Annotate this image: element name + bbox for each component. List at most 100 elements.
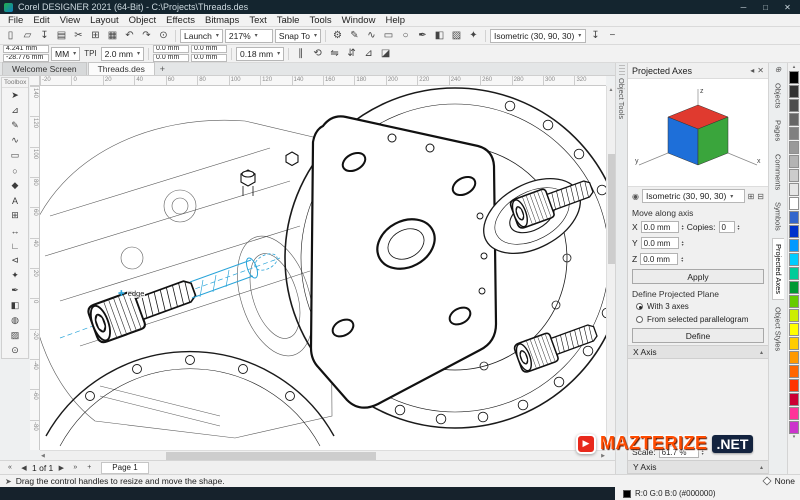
mirror-vertical-icon[interactable]: ⇵ xyxy=(344,47,359,61)
eyedropper-tool[interactable]: ✦ xyxy=(2,268,28,283)
copy-icon[interactable]: ⊞ xyxy=(88,29,103,43)
vertical-ruler[interactable]: 140 120 100 80 60 40 20 0 -20 -40 -60 -80 xyxy=(30,86,40,450)
ellipse-tool-icon[interactable]: ○ xyxy=(398,29,413,43)
color-swatch[interactable] xyxy=(789,407,799,420)
apply-button[interactable]: Apply xyxy=(632,269,764,284)
horizontal-scrollbar[interactable]: ◀ ▶ xyxy=(40,450,606,460)
y-axis-section-bar[interactable]: Y Axis xyxy=(628,460,768,474)
docker-menu-icon[interactable]: ◂ xyxy=(750,66,754,75)
next-page-button[interactable]: ▶ xyxy=(55,462,67,474)
snap-to-dropdown[interactable]: Snap To xyxy=(274,28,321,43)
color-swatch[interactable] xyxy=(789,141,799,154)
vertical-scroll-thumb[interactable] xyxy=(607,154,615,264)
color-swatch[interactable] xyxy=(789,85,799,98)
docker-close-icon[interactable]: ✕ xyxy=(757,66,764,75)
z-spinner[interactable] xyxy=(681,256,683,263)
fill-tool-icon[interactable]: ◧ xyxy=(432,29,447,43)
menu-item[interactable]: Tools xyxy=(304,15,336,26)
offset-y-field[interactable]: 0.0 mm xyxy=(191,54,227,62)
undo-icon[interactable]: ↶ xyxy=(122,29,137,43)
save-preset-icon[interactable]: ↧ xyxy=(588,29,603,43)
color-swatch[interactable] xyxy=(789,99,799,112)
vertical-scrollbar[interactable]: ▲ ▼ xyxy=(606,86,615,450)
page-tab[interactable]: Page 1 xyxy=(101,461,149,474)
polygon-tool[interactable]: ◆ xyxy=(2,178,28,193)
print-icon[interactable]: ▤ xyxy=(54,29,69,43)
outline-pen-tool[interactable]: ✒ xyxy=(2,283,28,298)
toolbar-grip[interactable] xyxy=(618,65,625,75)
menu-item[interactable]: Text xyxy=(244,15,271,26)
with-3-axes-option[interactable]: With 3 axes xyxy=(628,300,768,313)
thread-pitch-dropdown[interactable]: 2.0 mm xyxy=(100,46,144,61)
maximize-button[interactable]: □ xyxy=(757,1,774,13)
transparency-tool-icon[interactable]: ▨ xyxy=(449,29,464,43)
redo-icon[interactable]: ↷ xyxy=(139,29,154,43)
color-swatch[interactable] xyxy=(789,393,799,406)
fill-tool[interactable]: ◧ xyxy=(2,298,28,313)
z-distance-field[interactable]: 0.0 mm xyxy=(640,253,679,265)
search-icon[interactable]: ⊙ xyxy=(156,29,171,43)
menu-item[interactable]: Effects xyxy=(161,15,200,26)
options-gear-icon[interactable]: ⚙ xyxy=(330,29,345,43)
table-tool[interactable]: ⊞ xyxy=(2,208,28,223)
launch-dropdown[interactable]: Launch xyxy=(180,28,223,43)
first-page-button[interactable]: « xyxy=(4,462,16,474)
docker-tab[interactable]: Objects xyxy=(773,78,784,113)
menu-item[interactable]: Edit xyxy=(28,15,54,26)
color-swatch[interactable] xyxy=(789,267,799,280)
offset-x-field[interactable]: 0.0 mm xyxy=(191,45,227,53)
open-icon[interactable]: ▱ xyxy=(20,29,35,43)
menu-item[interactable]: Table xyxy=(272,15,305,26)
outline-color-icon[interactable] xyxy=(623,489,631,498)
color-swatch[interactable] xyxy=(789,155,799,168)
axes-picker-icon[interactable]: ◉ xyxy=(632,192,639,201)
lock-ratio-icon[interactable]: ∥ xyxy=(293,47,308,61)
smart-drawing-tool[interactable]: ∿ xyxy=(2,133,28,148)
docker-tab[interactable]: Symbols xyxy=(773,197,784,236)
mirror-horizontal-icon[interactable]: ⇋ xyxy=(327,47,342,61)
y-spinner[interactable] xyxy=(682,240,684,247)
outline-width-dropdown[interactable]: 0.18 mm xyxy=(236,46,285,61)
zoom-level-dropdown[interactable]: 217% xyxy=(224,28,273,43)
docker-tab[interactable]: Object Styles xyxy=(773,302,784,356)
color-swatch[interactable] xyxy=(789,337,799,350)
menu-item[interactable]: File xyxy=(3,15,28,26)
new-tab-button[interactable]: + xyxy=(156,63,169,75)
interactive-fill-tool[interactable]: ◍ xyxy=(2,313,28,328)
x-distance-field[interactable]: 0.0 mm xyxy=(640,221,679,233)
menu-item[interactable]: View xyxy=(55,15,85,26)
previous-page-button[interactable]: ◀ xyxy=(18,462,30,474)
y-position-field[interactable]: -28.776 mm xyxy=(3,54,49,62)
x-axis-section-bar[interactable]: X Axis xyxy=(628,345,768,359)
color-swatch[interactable] xyxy=(789,351,799,364)
remove-preset-icon[interactable]: − xyxy=(605,29,620,43)
define-button[interactable]: Define xyxy=(632,328,764,343)
copies-field[interactable]: 0 xyxy=(718,221,735,233)
dimension-tool[interactable]: ↔ xyxy=(2,223,28,238)
paste-icon[interactable]: ▦ xyxy=(105,29,120,43)
fill-color-icon[interactable] xyxy=(762,476,772,486)
transparency-tool[interactable]: ▨ xyxy=(2,328,28,343)
tab-welcome-screen[interactable]: Welcome Screen xyxy=(2,62,87,75)
projection-dropdown[interactable]: Isometric (30, 90, 30) xyxy=(489,28,586,43)
docker-tab[interactable]: Projected Axes xyxy=(772,237,784,300)
add-page-button[interactable]: + xyxy=(83,462,95,474)
copies-spinner[interactable] xyxy=(738,224,740,231)
scroll-left-icon[interactable]: ◀ xyxy=(40,452,46,460)
y-distance-field[interactable]: 0.0 mm xyxy=(640,237,679,249)
wireframe-view-icon[interactable]: ⊿ xyxy=(361,47,376,61)
drawing-canvas[interactable]: edge xyxy=(40,86,606,450)
scroll-up-icon[interactable]: ▲ xyxy=(608,86,615,94)
ellipse-tool[interactable]: ○ xyxy=(2,163,28,178)
color-swatch[interactable] xyxy=(789,309,799,322)
color-swatch[interactable] xyxy=(789,253,799,266)
color-swatch[interactable] xyxy=(789,127,799,140)
rotate-icon[interactable]: ⟲ xyxy=(310,47,325,61)
menu-item[interactable]: Help xyxy=(380,15,410,26)
color-swatch[interactable] xyxy=(789,71,799,84)
eyedropper-icon[interactable]: ✦ xyxy=(466,29,481,43)
color-swatch[interactable] xyxy=(789,169,799,182)
pin-icon[interactable]: ⊕ xyxy=(775,65,782,74)
color-swatch[interactable] xyxy=(789,211,799,224)
color-swatch[interactable] xyxy=(789,421,799,434)
